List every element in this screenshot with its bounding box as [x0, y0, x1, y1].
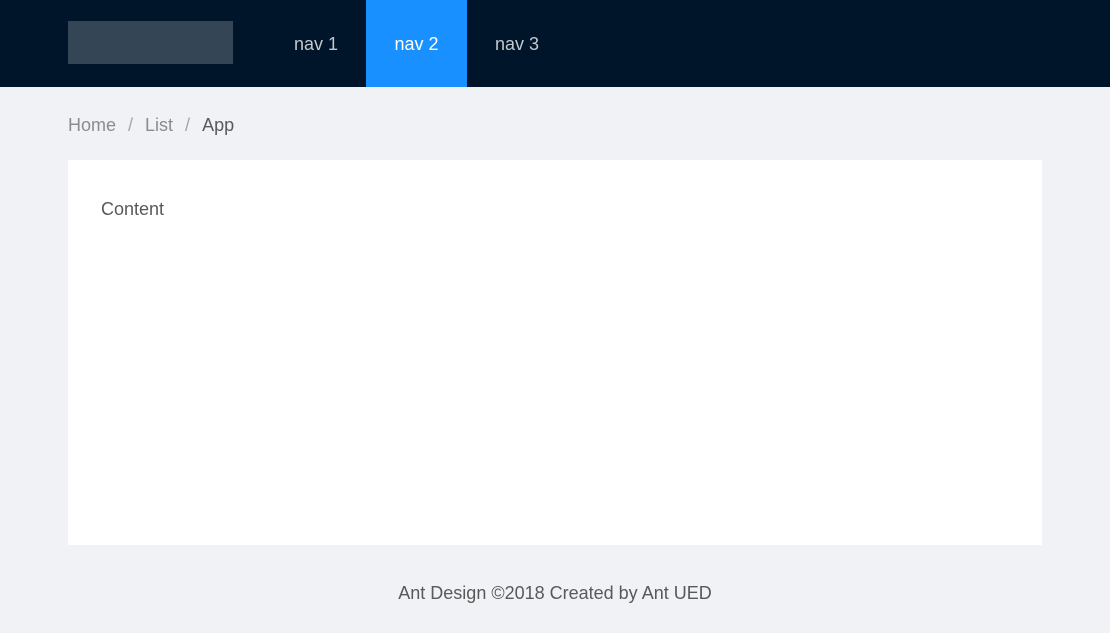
footer-text: Ant Design ©2018 Created by Ant UED [398, 583, 712, 603]
nav-item-2[interactable]: nav 2 [366, 0, 467, 87]
breadcrumb: Home / List / App [68, 113, 234, 137]
content-text: Content [101, 199, 165, 219]
nav-item-3[interactable]: nav 3 [467, 0, 567, 87]
content-panel: Content [68, 160, 1042, 545]
breadcrumb-home[interactable]: Home [68, 115, 116, 135]
breadcrumb-app: App [202, 115, 235, 135]
breadcrumb-separator: / [185, 115, 191, 135]
top-header: nav 1 nav 2 nav 3 [0, 0, 1110, 87]
breadcrumb-separator: / [128, 115, 134, 135]
nav-item-1[interactable]: nav 1 [266, 0, 366, 87]
logo-placeholder [68, 21, 233, 64]
breadcrumb-list[interactable]: List [145, 115, 173, 135]
